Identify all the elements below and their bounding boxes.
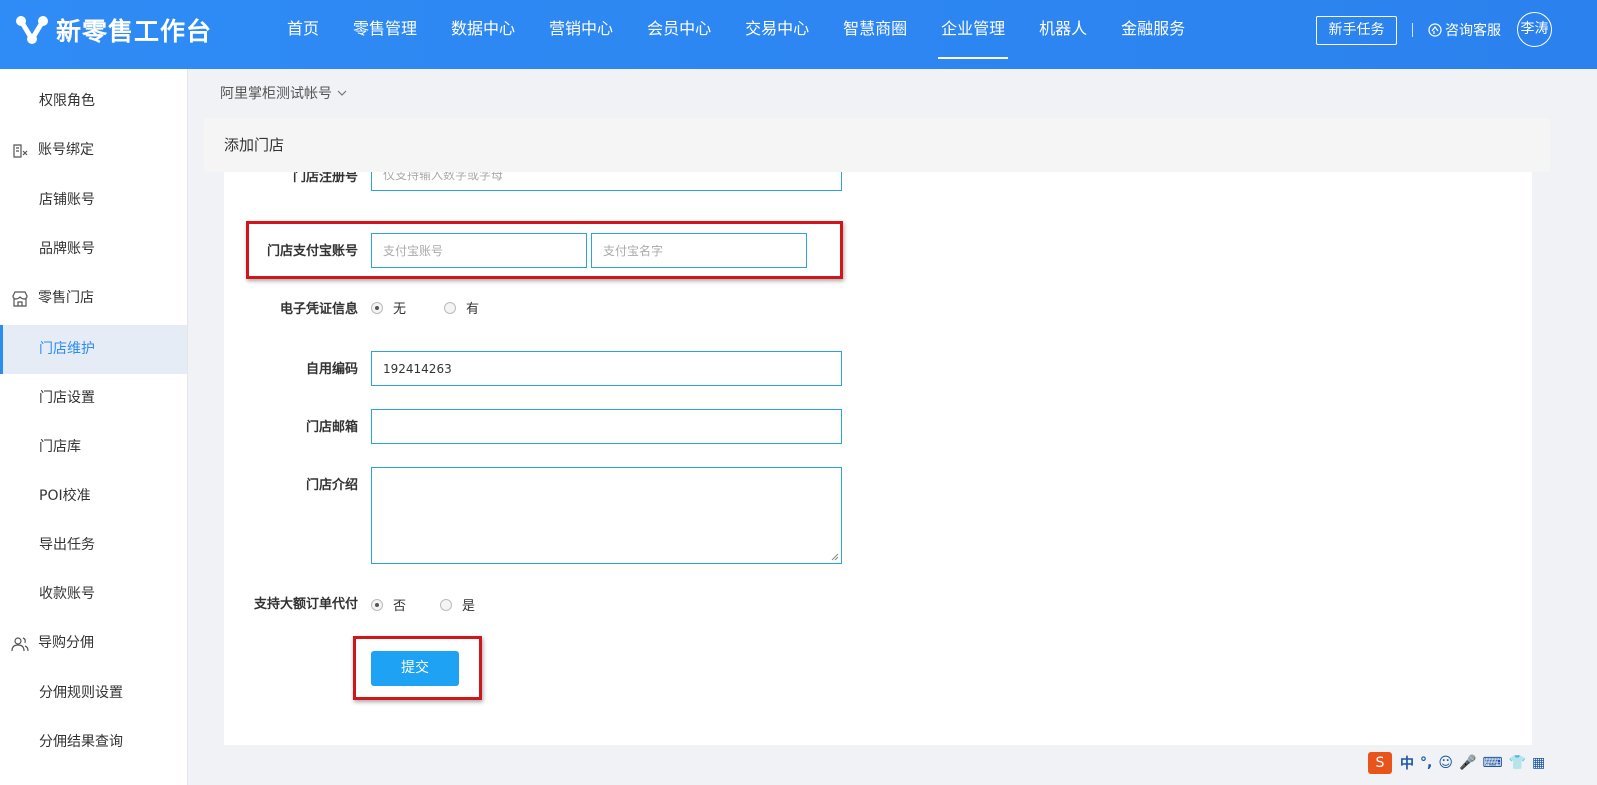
sidebar-item-label: POI校准 [39, 488, 91, 504]
sidebar-item[interactable]: 导出任务 [0, 521, 187, 570]
ime-tool-icon[interactable]: ⌨ [1482, 755, 1502, 771]
newbie-tasks-button[interactable]: 新手任务 [1316, 16, 1397, 45]
voucher-option-none[interactable]: 无 [371, 298, 406, 317]
ime-tool-icon[interactable]: ☺ [1438, 755, 1453, 771]
sidebar-item[interactable]: 分佣结果查询 [0, 718, 187, 767]
nav-item[interactable]: 智慧商圈 [826, 0, 924, 69]
voucher-option-none-label: 无 [393, 302, 407, 317]
sidebar-item-label: 导出任务 [39, 537, 95, 553]
bulk-pay-option-yes[interactable]: 是 [440, 595, 475, 614]
nav-item[interactable]: 企业管理 [924, 0, 1022, 69]
page-title: 添加门店 [204, 118, 1550, 172]
users-icon [11, 637, 29, 652]
alipay-label: 门店支付宝账号 [266, 244, 358, 259]
intro-label: 门店介绍 [305, 478, 358, 493]
sidebar-item-label: 门店设置 [39, 390, 95, 406]
nav-item[interactable]: 首页 [270, 0, 336, 69]
alipay-account-input[interactable]: 支付宝账号 [371, 233, 587, 268]
sidebar-item-label: 分佣规则设置 [39, 685, 123, 701]
ime-tool-icon[interactable]: °, [1420, 755, 1432, 771]
intro-textarea[interactable] [371, 467, 842, 564]
reg-no-label: 门店注册号 [292, 172, 358, 185]
sidebar-item-label: 品牌账号 [39, 241, 95, 257]
sidebar-item[interactable]: 收款账号 [0, 570, 187, 619]
email-input[interactable] [371, 409, 842, 444]
account-name: 阿里掌柜测试帐号 [220, 86, 332, 102]
radio-unchecked-icon [444, 301, 456, 314]
ime-tool-icon[interactable]: 中 [1400, 753, 1414, 773]
voucher-option-yes[interactable]: 有 [444, 298, 479, 317]
sidebar-item[interactable]: 权限角色 [0, 77, 187, 126]
app-title: 新零售工作台 [56, 17, 213, 46]
sidebar-item[interactable]: 品牌账号 [0, 225, 187, 274]
sidebar-item[interactable]: 零售门店 [0, 274, 187, 323]
nav-item[interactable]: 会员中心 [630, 0, 728, 69]
sidebar-item[interactable]: 账号绑定 [0, 126, 187, 175]
sidebar-item-label: 收款账号 [39, 586, 95, 602]
add-store-form: 门店注册号 仅支持输入数字或字母 门店支付宝账号 支付宝账号 支付宝名字 电子凭… [224, 172, 1532, 745]
user-avatar[interactable]: 李涛 [1517, 12, 1552, 47]
sidebar-item-label: 账号绑定 [38, 142, 94, 158]
voucher-label: 电子凭证信息 [279, 302, 358, 317]
headset-icon [1428, 23, 1442, 37]
ime-tool-icon[interactable]: 👕 [1509, 755, 1526, 771]
sidebar-item-label: 门店库 [39, 439, 81, 455]
nav-item[interactable]: 营销中心 [532, 0, 630, 69]
reg-no-input[interactable]: 仅支持输入数字或字母 [371, 172, 842, 191]
own-code-label: 自用编码 [305, 362, 358, 377]
account-switcher[interactable]: 阿里掌柜测试帐号 [220, 83, 347, 103]
ime-toolbar: S 中 °, ☺ 🎤 ⌨ 👕 ▦ [1368, 750, 1551, 776]
sidebar-item[interactable]: 门店维护 [0, 325, 187, 374]
sidebar-item[interactable]: 店铺账号 [0, 176, 187, 225]
reg-no-placeholder: 仅支持输入数字或字母 [383, 172, 504, 182]
sidebar-item-label: 零售门店 [38, 290, 94, 306]
resize-grip-icon[interactable] [831, 553, 839, 561]
sidebar-item[interactable]: 分佣规则设置 [0, 669, 187, 718]
radio-checked-icon [371, 598, 383, 611]
chevron-down-icon [337, 90, 347, 96]
email-label: 门店邮箱 [305, 420, 358, 435]
ime-tool-icon[interactable]: ▦ [1532, 755, 1545, 771]
alipay-name-placeholder: 支付宝名字 [603, 244, 664, 258]
sidebar-item-label: 店铺账号 [39, 192, 95, 208]
voucher-option-yes-label: 有 [466, 302, 480, 317]
top-navigation-bar: 新零售工作台 首页 零售管理 数据中心 营销中心 会员中心 交易中心 智慧商圈 企业管理 机器人… [0, 0, 1597, 69]
main-nav: 首页 零售管理 数据中心 营销中心 会员中心 交易中心 智慧商圈 企业管理 机器人 金融服务 [270, 0, 1202, 69]
nav-item[interactable]: 金融服务 [1104, 0, 1202, 69]
sidebar-item-label: 导购分佣 [38, 635, 94, 651]
sidebar-item-label: 门店维护 [39, 341, 95, 357]
bulk-pay-option-no[interactable]: 否 [371, 595, 406, 614]
store-icon [12, 291, 28, 307]
nav-item[interactable]: 交易中心 [728, 0, 826, 69]
own-code-value: 192414263 [383, 361, 452, 376]
sidebar-item[interactable]: 门店设置 [0, 374, 187, 423]
own-code-input[interactable]: 192414263 [371, 351, 842, 386]
alipay-name-input[interactable]: 支付宝名字 [591, 233, 807, 268]
sidebar-item[interactable]: POI校准 [0, 472, 187, 521]
logo-icon [16, 16, 48, 44]
ime-tool-icon[interactable]: 🎤 [1459, 755, 1476, 771]
customer-service-link[interactable]: 咨询客服 [1428, 20, 1501, 40]
bulk-pay-option-yes-label: 是 [462, 599, 476, 614]
radio-checked-icon [371, 301, 383, 314]
nav-item[interactable]: 机器人 [1022, 0, 1104, 69]
bulk-pay-label: 支持大额订单代付 [253, 597, 358, 612]
header-divider [1412, 23, 1413, 37]
sidebar: 权限角色账号绑定店铺账号品牌账号零售门店门店维护门店设置门店库 POI校准导出任务… [0, 69, 188, 785]
nav-item[interactable]: 数据中心 [434, 0, 532, 69]
sidebar-item-label: 权限角色 [39, 93, 95, 109]
app-logo[interactable]: 新零售工作台 [14, 12, 212, 48]
sidebar-item[interactable]: 导购分佣 [0, 619, 187, 668]
nav-item[interactable]: 零售管理 [336, 0, 434, 69]
alipay-account-placeholder: 支付宝账号 [383, 244, 444, 258]
account-binding-icon [13, 144, 28, 158]
radio-unchecked-icon [440, 598, 452, 611]
customer-service-label: 咨询客服 [1445, 23, 1501, 39]
sidebar-item[interactable]: 门店库 [0, 423, 187, 472]
sidebar-item-label: 分佣结果查询 [39, 734, 123, 750]
sogou-ime-icon[interactable]: S [1368, 752, 1392, 774]
submit-button[interactable]: 提交 [371, 651, 459, 686]
bulk-pay-option-no-label: 否 [393, 599, 407, 614]
